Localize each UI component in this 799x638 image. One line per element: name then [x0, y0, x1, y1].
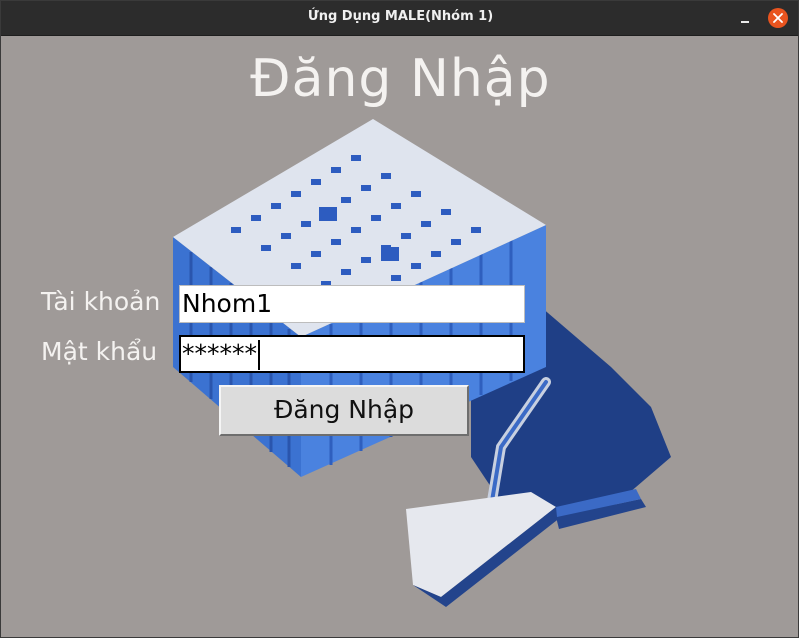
app-window: Ứng Dụng MALE(Nhóm 1) Đăng Nhập Tài khoả… — [0, 0, 799, 638]
minimize-button[interactable] — [735, 11, 755, 27]
text-cursor — [258, 340, 260, 370]
password-value: ****** — [182, 339, 257, 368]
close-icon — [773, 13, 783, 23]
password-label: Mật khẩu — [41, 337, 158, 366]
window-title: Ứng Dụng MALE(Nhóm 1) — [307, 9, 494, 24]
login-button[interactable]: Đăng Nhập — [219, 385, 469, 436]
password-input[interactable]: ****** — [179, 335, 525, 373]
username-input[interactable]: Nhom1 — [179, 285, 525, 323]
minimize-icon — [741, 21, 749, 23]
close-button[interactable] — [768, 8, 788, 28]
login-panel: Đăng Nhập Tài khoản Nhom1 Mật khẩu *****… — [1, 37, 798, 637]
username-value: Nhom1 — [182, 289, 273, 318]
username-label: Tài khoản — [41, 287, 161, 316]
page-title: Đăng Nhập — [250, 49, 551, 109]
title-bar[interactable]: Ứng Dụng MALE(Nhóm 1) — [1, 1, 798, 36]
